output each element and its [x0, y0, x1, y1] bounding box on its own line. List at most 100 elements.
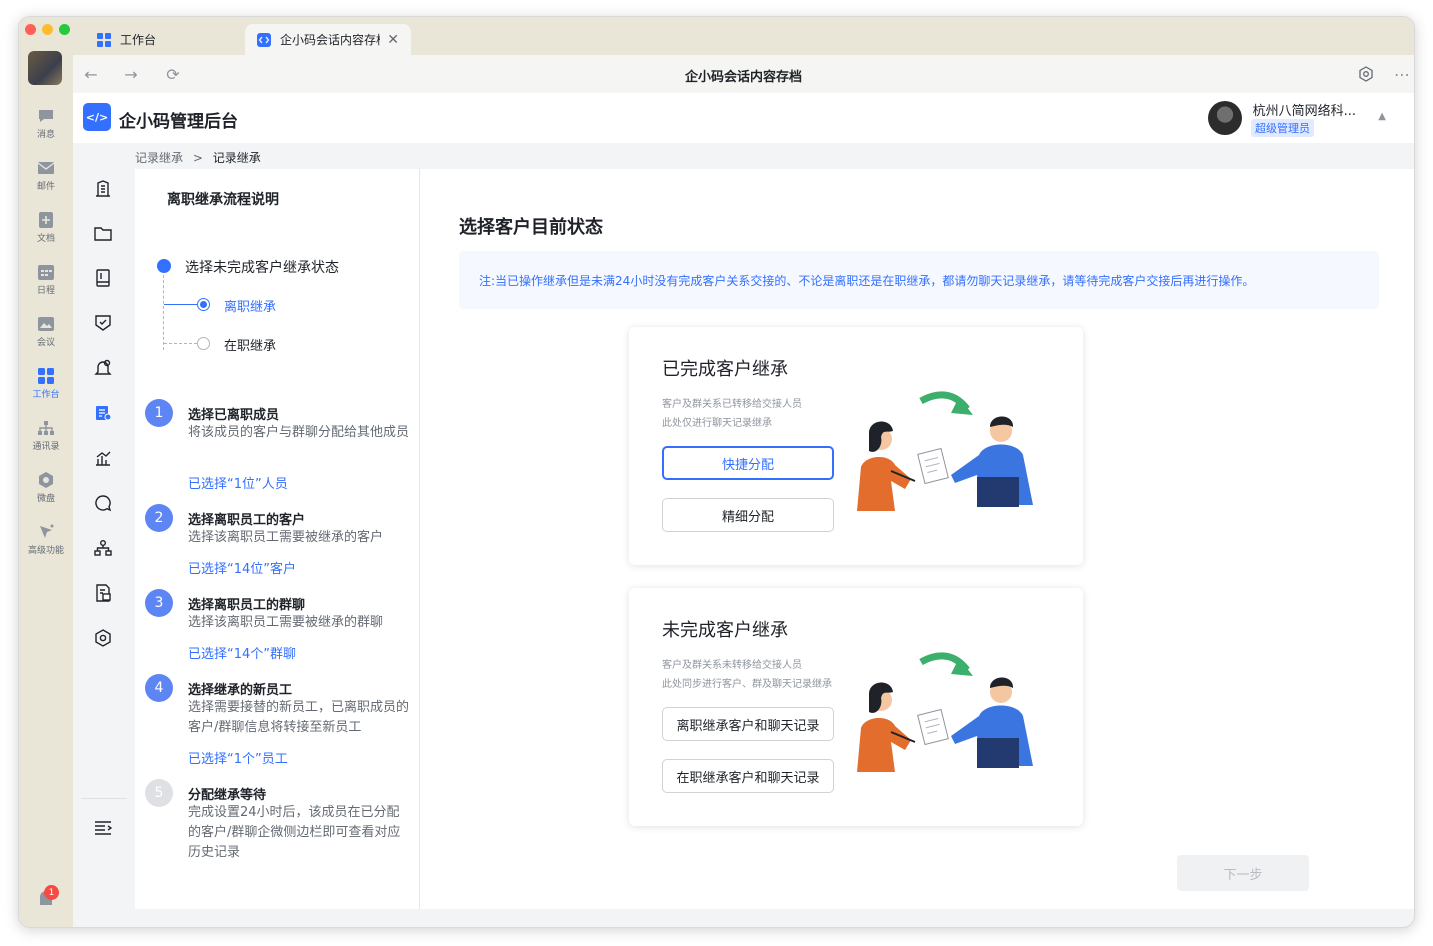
step-desc: 选择该离职员工需要被继承的群聊	[188, 615, 384, 630]
doc-icon	[36, 211, 56, 229]
close-icon[interactable]: ✕	[387, 32, 399, 48]
tab-archive[interactable]: 企小码会话内容存档 ✕	[245, 24, 411, 55]
radio-active-inherit[interactable]	[197, 337, 210, 350]
step-title: 分配继承等待	[188, 788, 267, 803]
step-number: 2	[145, 504, 173, 532]
step-desc: 选择需要接替的新员工，已离职成员的客户/群聊信息将转接至新员工	[188, 700, 410, 735]
rail-item-docs[interactable]: 文档	[19, 203, 73, 251]
role-badge: 超级管理员	[1251, 119, 1314, 137]
card-desc-line: 此处仅进行聊天记录继承	[662, 418, 772, 429]
step-selection-link[interactable]: 已选择“14位”客户	[188, 558, 296, 577]
mail-icon	[36, 159, 56, 177]
nav-bar: ← → ⟳ 企小码会话内容存档 ⋯	[73, 55, 1414, 93]
radio-label[interactable]: 在职继承	[224, 335, 276, 354]
close-window-button[interactable]	[25, 24, 36, 35]
chat-bubble-icon[interactable]	[92, 492, 114, 514]
step-desc: 选择该离职员工需要被继承的客户	[188, 530, 384, 545]
rail-item-advanced[interactable]: 高级功能	[19, 515, 73, 563]
rail-item-meeting[interactable]: 会议	[19, 307, 73, 355]
notification-badge: 1	[44, 885, 59, 900]
chart-icon[interactable]	[92, 447, 114, 469]
step-selection-link[interactable]: 已选择“1位”人员	[188, 473, 288, 492]
handover-illustration	[857, 391, 1033, 511]
next-step-button[interactable]: 下一步	[1177, 855, 1309, 891]
steps-panel: 离职继承流程说明 选择未完成客户继承状态 离职继承 在职继承 1 选择已离职成员…	[135, 169, 420, 909]
step-title: 选择离职员工的群聊	[188, 598, 306, 613]
grid-icon	[97, 32, 111, 47]
tab-workbench[interactable]: 工作台	[85, 24, 245, 55]
quick-assign-button[interactable]: 快捷分配	[662, 446, 834, 480]
tree-line	[164, 304, 197, 305]
detailed-assign-button[interactable]: 精细分配	[662, 498, 834, 532]
file-image-icon[interactable]	[92, 582, 114, 604]
card-desc-line: 此处同步进行客户、群及聊天记录继承	[662, 679, 832, 690]
user-avatar[interactable]	[1208, 101, 1242, 135]
step-selection-link[interactable]: 已选择“14个”群聊	[188, 643, 296, 662]
drive-icon	[36, 471, 56, 489]
app-rail: 消息 邮件 文档 日程 会议 工作台 通讯录 微盘 高级功能 1	[19, 17, 73, 927]
record-icon[interactable]	[92, 402, 114, 424]
window-title: 企小码会话内容存档	[684, 70, 802, 85]
rail-item-messages[interactable]: 消息	[19, 99, 73, 147]
step-selection-link[interactable]: 已选择“1个”员工	[188, 748, 288, 767]
card-incomplete: 未完成客户继承 客户及群关系未转移给交接人员 此处同步进行客户、群及聊天记录继承…	[629, 588, 1083, 826]
breadcrumb-separator: >	[192, 151, 203, 165]
app-header: </> 企小码管理后台 杭州八简网络科... 超级管理员 ▲	[73, 93, 1414, 143]
step-desc: 将该成员的客户与群聊分配给其他成员	[188, 425, 410, 440]
bell-clock-icon[interactable]	[92, 357, 114, 379]
notice-banner: 注:当已操作继承但是未满24小时没有完成客户关系交接的、不论是离职还是在职继承，…	[459, 251, 1379, 309]
grid-icon	[36, 367, 56, 385]
settings-icon[interactable]	[1356, 64, 1376, 84]
active-inherit-button[interactable]: 在职继承客户和聊天记录	[662, 759, 834, 793]
chevron-up-icon[interactable]: ▲	[1378, 111, 1386, 122]
rail-item-calendar[interactable]: 日程	[19, 255, 73, 303]
sidebar-divider	[81, 798, 127, 799]
tree-line	[164, 343, 197, 344]
code-icon	[257, 32, 271, 47]
tab-bar: 工作台 企小码会话内容存档 ✕	[73, 17, 1414, 55]
folder-icon[interactable]	[92, 222, 114, 244]
company-name[interactable]: 杭州八简网络科...	[1253, 100, 1356, 119]
card-title: 未完成客户继承	[662, 620, 788, 641]
steps-title: 离职继承流程说明	[167, 192, 279, 208]
more-icon[interactable]: ⋯	[1392, 64, 1412, 84]
avatar[interactable]	[28, 51, 62, 85]
handover-illustration	[857, 652, 1033, 772]
card-desc: 客户及群关系已转移给交接人员 此处仅进行聊天记录继承	[662, 395, 802, 433]
minimize-window-button[interactable]	[42, 24, 53, 35]
app-window: 消息 邮件 文档 日程 会议 工作台 通讯录 微盘 高级功能 1 工作台 企小码…	[18, 16, 1415, 928]
hierarchy-icon[interactable]	[92, 537, 114, 559]
breadcrumb-parent[interactable]: 记录继承	[135, 151, 183, 165]
step-title: 选择已离职成员	[188, 408, 280, 423]
shield-check-icon[interactable]	[92, 312, 114, 334]
notebook-icon[interactable]	[92, 267, 114, 289]
app-logo: </>	[83, 103, 111, 131]
rail-item-workbench[interactable]: 工作台	[19, 359, 73, 407]
collapse-menu-icon[interactable]	[92, 817, 114, 839]
radio-label[interactable]: 离职继承	[224, 296, 276, 315]
building-icon[interactable]	[92, 177, 114, 199]
card-title: 已完成客户继承	[662, 359, 788, 380]
maximize-window-button[interactable]	[59, 24, 70, 35]
calendar-icon	[36, 263, 56, 281]
step-title: 选择继承的新员工	[188, 683, 293, 698]
step-title: 选择离职员工的客户	[188, 513, 306, 528]
hexagon-settings-icon[interactable]	[92, 627, 114, 649]
card-desc-line: 客户及群关系未转移给交接人员	[662, 660, 802, 671]
chat-icon	[36, 107, 56, 125]
resign-inherit-button[interactable]: 离职继承客户和聊天记录	[662, 707, 834, 741]
card-completed: 已完成客户继承 客户及群关系已转移给交接人员 此处仅进行聊天记录继承 快捷分配 …	[629, 327, 1083, 565]
step-number: 3	[145, 589, 173, 617]
radio-resign-inherit[interactable]	[197, 298, 210, 311]
module-sidebar	[73, 143, 135, 927]
step-desc: 完成设置24小时后，该成员在已分配的客户/群聊企微侧边栏即可查看对应历史记录	[188, 805, 401, 860]
rail-item-contacts[interactable]: 通讯录	[19, 411, 73, 459]
rail-item-mail[interactable]: 邮件	[19, 151, 73, 199]
tree-head: 选择未完成客户继承状态	[185, 260, 339, 276]
card-desc-line: 客户及群关系已转移给交接人员	[662, 399, 802, 410]
breadcrumb: 记录继承 > 记录继承	[135, 149, 261, 166]
rail-item-drive[interactable]: 微盘	[19, 463, 73, 511]
meeting-icon	[36, 315, 56, 333]
step-number: 4	[145, 674, 173, 702]
window-controls	[25, 24, 70, 35]
